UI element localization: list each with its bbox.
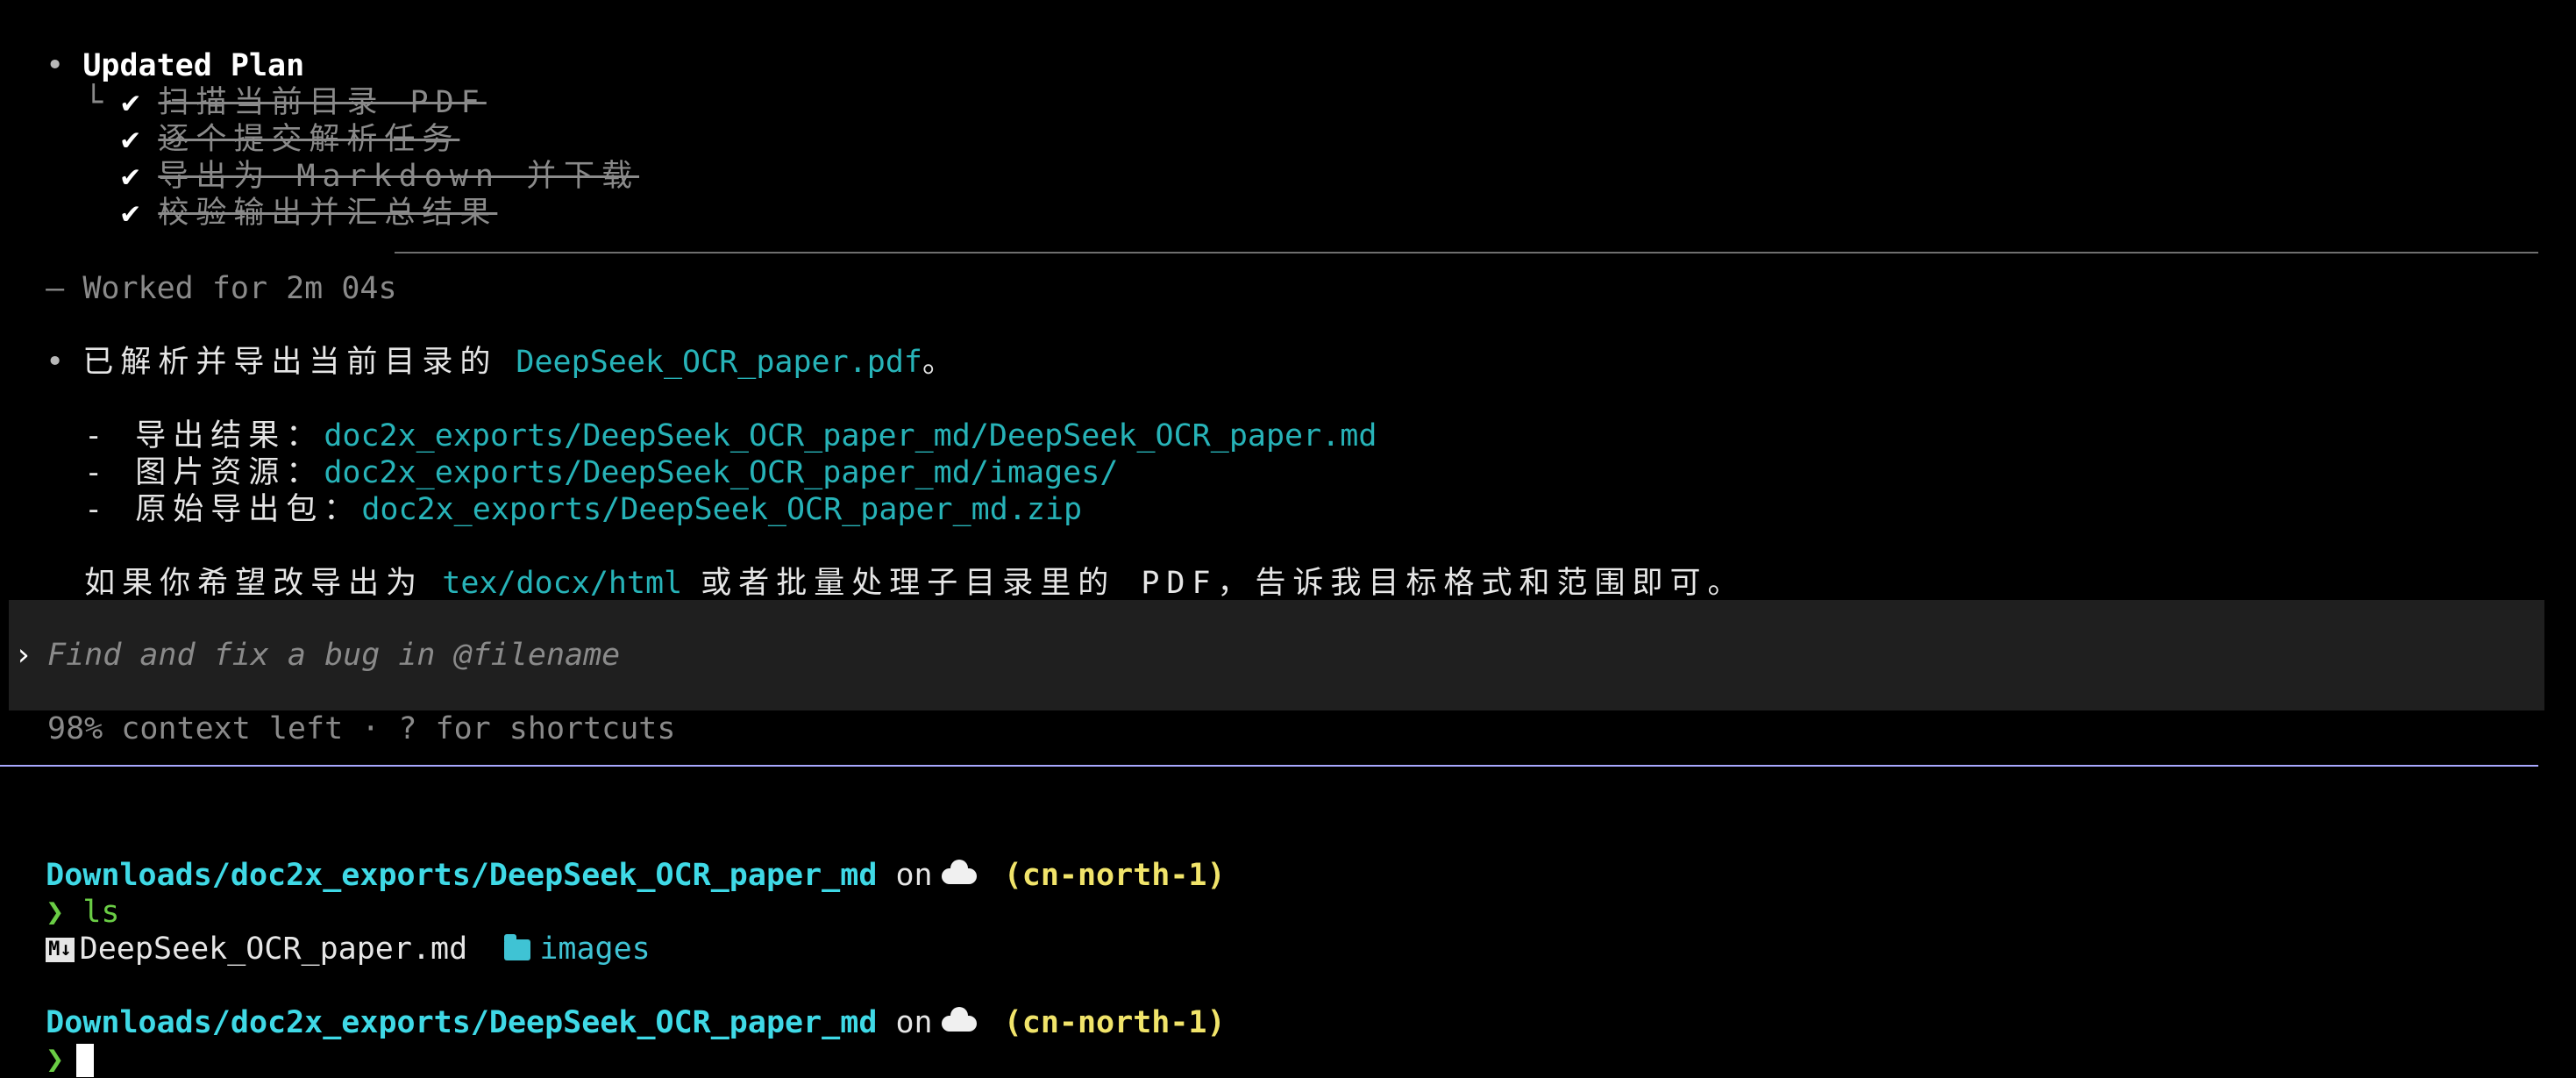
plan-item-text: 校验输出并汇总结果	[158, 196, 498, 231]
summary-period: 。	[922, 345, 954, 380]
shell-region: (cn-north-1)	[1003, 1005, 1226, 1040]
summary-followup: 如果你希望改导出为 tex/docx/html 或者批量处理子目录里的 PDF，…	[47, 528, 1746, 601]
check-icon: ✔	[121, 196, 140, 231]
followup-post: 或者批量处理子目录里的 PDF，告诉我目标格式和范围即可。	[701, 566, 1746, 601]
worked-dash: —	[46, 271, 65, 306]
summary-intro-text: 已解析并导出当前目录的	[82, 345, 498, 380]
worked-text: Worked for 2m 04s	[82, 271, 397, 306]
plan-item-1: └ ✔ 扫描当前目录 PDF	[47, 47, 487, 120]
terminal-cursor	[76, 1044, 95, 1077]
shell-prompt-line-2: Downloads/doc2x_exports/DeepSeek_OCR_pap…	[9, 967, 1225, 1040]
worked-divider	[395, 252, 2538, 253]
summary-file-link[interactable]: DeepSeek_OCR_paper.pdf	[516, 345, 922, 380]
composer-placeholder[interactable]: Find and fix a bug in @filename	[47, 637, 620, 674]
summary-intro: • 已解析并导出当前目录的 DeepSeek_OCR_paper.pdf。	[9, 307, 953, 380]
shell-ls-output: M↓ DeepSeek_OCR_paper.md images	[9, 894, 651, 967]
plan-item-2: ✔ 逐个提交解析任务	[84, 84, 459, 157]
shell-region: (cn-north-1)	[1003, 858, 1226, 893]
markdown-file-icon: M↓	[46, 938, 75, 962]
composer-input-box[interactable]: › Find and fix a bug in @filename	[9, 600, 2544, 710]
pane-separator	[0, 765, 2538, 767]
plan-header: • Updated Plan	[9, 11, 304, 83]
composer-status: 98% context left · ? for shortcuts	[47, 711, 676, 746]
prompt-chevron-icon: ❯	[46, 1042, 65, 1077]
summary-item-export: - 导出结果：doc2x_exports/DeepSeek_OCR_paper_…	[47, 381, 1377, 453]
folder-icon	[504, 934, 531, 960]
summary-item-images: - 图片资源：doc2x_exports/DeepSeek_OCR_paper_…	[47, 418, 1118, 490]
summary-bullet: •	[46, 345, 65, 380]
plan-item-4: ✔ 校验输出并汇总结果	[84, 158, 497, 231]
summary-item-label: - 原始导出包：	[84, 492, 362, 527]
cloud-icon	[941, 860, 977, 884]
plan-item-3: ✔ 导出为 Markdown 并下载	[84, 121, 639, 194]
shell-on: on	[895, 1005, 933, 1040]
summary-item-path[interactable]: doc2x_exports/DeepSeek_OCR_paper_md.zip	[361, 492, 1082, 527]
cloud-icon	[941, 1007, 977, 1032]
shell-active-prompt[interactable]: ❯	[9, 1004, 95, 1077]
shell-path: Downloads/doc2x_exports/DeepSeek_OCR_pap…	[46, 858, 878, 893]
ls-folder-images: images	[539, 932, 651, 967]
followup-pre: 如果你希望改导出为	[84, 566, 424, 601]
composer-caret-icon: ›	[14, 638, 33, 673]
worked-for-label: — Worked for 2m 04s	[9, 233, 396, 306]
ls-file-md: DeepSeek_OCR_paper.md	[79, 932, 468, 967]
shell-path: Downloads/doc2x_exports/DeepSeek_OCR_pap…	[46, 1005, 878, 1040]
summary-item-zip: - 原始导出包：doc2x_exports/DeepSeek_OCR_paper…	[47, 454, 1082, 527]
shell-command-line: ❯ ls	[9, 857, 119, 930]
shell-on: on	[895, 858, 933, 893]
shell-prompt-line-1: Downloads/doc2x_exports/DeepSeek_OCR_pap…	[9, 820, 1225, 893]
followup-formats: tex/docx/html	[442, 566, 683, 601]
